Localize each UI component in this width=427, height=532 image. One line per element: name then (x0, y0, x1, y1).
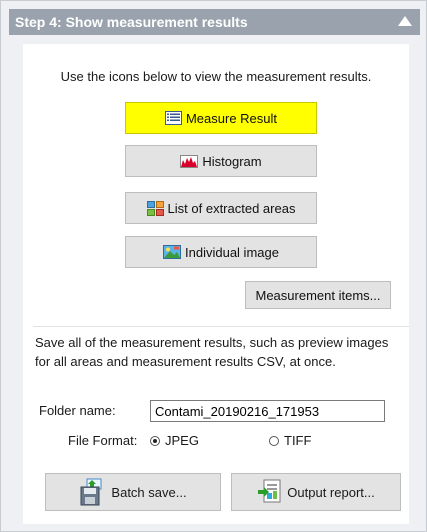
histogram-label: Histogram (202, 153, 262, 169)
output-report-icon (257, 478, 283, 506)
measure-result-label: Measure Result (185, 110, 278, 126)
list-of-extracted-areas-label: List of extracted areas (167, 200, 296, 216)
intro-text: Use the icons below to view the measurem… (60, 69, 372, 84)
area-list-icon (146, 200, 164, 216)
histogram-button[interactable]: Histogram (125, 145, 317, 177)
folder-name-input[interactable] (150, 400, 385, 422)
image-icon (163, 245, 182, 259)
list-of-extracted-areas-button[interactable]: List of extracted areas (125, 192, 317, 224)
format-radio-tiff[interactable]: TIFF (269, 433, 311, 448)
output-report-label: Output report... (287, 484, 375, 500)
histogram-icon (180, 154, 199, 168)
batch-save-label: Batch save... (111, 484, 187, 500)
radio-selected-icon (150, 435, 160, 446)
batch-save-description: Save all of the measurement results, suc… (35, 335, 389, 369)
step-content: Use the icons below to view the measurem… (23, 44, 409, 524)
format-jpeg-label: JPEG (165, 433, 199, 448)
folder-name-label: Folder name: (39, 403, 116, 418)
table-list-icon (164, 111, 182, 125)
batch-save-button[interactable]: Batch save... (45, 473, 221, 511)
output-report-button[interactable]: Output report... (231, 473, 401, 511)
individual-image-button[interactable]: Individual image (125, 236, 317, 268)
measure-result-button[interactable]: Measure Result (125, 102, 317, 134)
chevron-up-icon[interactable] (398, 16, 412, 26)
measurement-items-button[interactable]: Measurement items... (245, 281, 391, 309)
measurement-results-panel: Step 4: Show measurement results Use the… (0, 0, 427, 532)
individual-image-label: Individual image (185, 244, 279, 260)
radio-unselected-icon (269, 435, 279, 446)
format-radio-jpeg[interactable]: JPEG (150, 433, 199, 448)
section-divider (33, 326, 409, 327)
file-format-label: File Format: (68, 433, 138, 448)
format-tiff-label: TIFF (284, 433, 312, 448)
measurement-items-label: Measurement items... (255, 287, 381, 303)
step-title: Step 4: Show measurement results (15, 14, 248, 30)
step-header[interactable]: Step 4: Show measurement results (9, 9, 420, 35)
batch-save-icon (79, 478, 105, 506)
